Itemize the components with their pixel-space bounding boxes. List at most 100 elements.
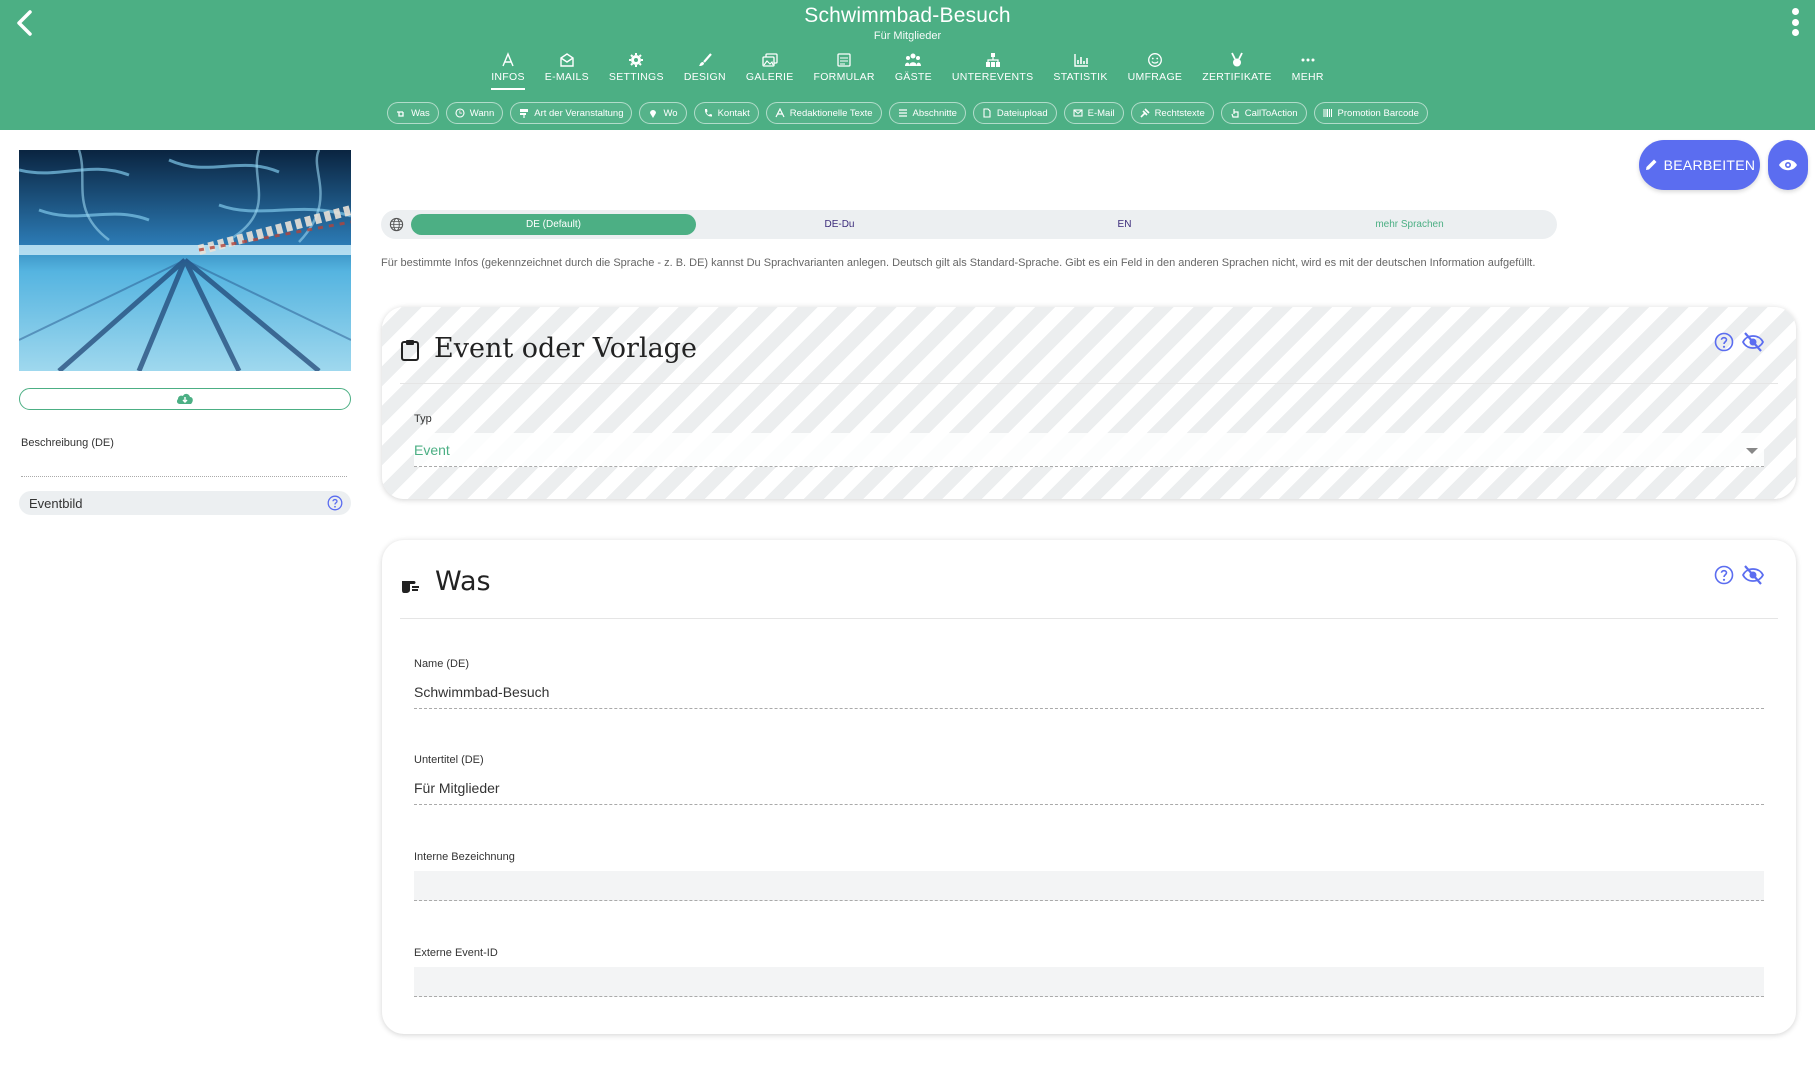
- lang-tab-more[interactable]: mehr Sprachen: [1267, 214, 1552, 235]
- eventbild-section: Eventbild: [19, 491, 351, 515]
- tab-label: UMFRAGE: [1127, 71, 1183, 83]
- language-switcher: DE (Default) DE-Du EN mehr Sprachen: [381, 210, 1557, 239]
- hand-pointer-icon: [1231, 109, 1239, 118]
- card-title: Event oder Vorlage: [434, 333, 697, 364]
- card-title: Was: [435, 566, 491, 597]
- chip-art[interactable]: Art der Veranstaltung: [510, 102, 633, 124]
- tab-infos[interactable]: INFOS: [491, 52, 525, 90]
- tab-label: MEHR: [1291, 71, 1324, 83]
- caret-down-icon: [1746, 448, 1758, 454]
- font-icon: [775, 108, 785, 118]
- tab-label: ZERTIFIKATE: [1202, 71, 1272, 83]
- align-justify-icon: [898, 109, 907, 117]
- app-header: Schwimmbad-Besuch Für Mitglieder INFOS E…: [0, 0, 1815, 96]
- edit-button-label: BEARBEITEN: [1663, 157, 1756, 173]
- tab-umfrage[interactable]: UMFRAGE: [1128, 52, 1183, 90]
- external-id-label: Externe Event-ID: [414, 947, 498, 959]
- tab-label: SETTINGS: [608, 71, 664, 83]
- help-icon[interactable]: [1714, 332, 1734, 352]
- tab-label: FORMULAR: [813, 71, 875, 83]
- main-tabs: INFOS E-MAILS SETTINGS DESIGN GALERIE FO…: [0, 52, 1815, 90]
- card-event-or-template: Event oder Vorlage Typ Event: [382, 307, 1796, 499]
- subtitle-field[interactable]: Für Mitglieder: [414, 771, 1764, 805]
- description-field[interactable]: [21, 476, 347, 477]
- card-divider: [400, 618, 1778, 619]
- pencil-icon: [1645, 159, 1657, 170]
- name-field[interactable]: Schwimmbad-Besuch: [414, 675, 1764, 709]
- images-icon: [762, 53, 778, 67]
- chip-kontakt[interactable]: Kontakt: [693, 102, 759, 124]
- name-label: Name (DE): [414, 658, 470, 670]
- eventbild-label: Eventbild: [29, 495, 83, 511]
- chip-email[interactable]: E-Mail: [1063, 102, 1124, 124]
- event-image[interactable]: [19, 150, 351, 371]
- page-subtitle: Für Mitglieder: [873, 30, 942, 42]
- tab-emails[interactable]: E-MAILS: [545, 52, 589, 90]
- eye-slash-icon[interactable]: [1742, 564, 1764, 586]
- phone-icon: [704, 109, 712, 117]
- map-marker-icon: [650, 110, 657, 118]
- tab-label: GÄSTE: [894, 71, 932, 83]
- external-id-input[interactable]: [414, 967, 1764, 997]
- tab-unterevents[interactable]: UNTEREVENTS: [952, 52, 1033, 90]
- subtitle-label: Untertitel (DE): [414, 754, 484, 766]
- smile-icon: [1147, 53, 1162, 67]
- lang-tab-de[interactable]: DE (Default): [411, 214, 696, 235]
- form-icon: [837, 53, 851, 67]
- tab-label: DESIGN: [683, 71, 726, 83]
- language-info-text: Für bestimmte Infos (gekennzeichnet durc…: [381, 257, 1536, 269]
- tab-statistik[interactable]: STATISTIK: [1053, 52, 1107, 90]
- upload-image-button[interactable]: [19, 388, 351, 410]
- brush-icon: [698, 53, 712, 66]
- clock-icon: [455, 108, 465, 118]
- more-menu-button[interactable]: [1789, 6, 1801, 38]
- type-label: Typ: [414, 413, 432, 425]
- help-icon[interactable]: [327, 495, 343, 511]
- barcode-icon: [1323, 109, 1332, 117]
- envelope-open-icon: [560, 53, 574, 67]
- tab-formular[interactable]: FORMULAR: [814, 52, 875, 90]
- tab-label: UNTEREVENTS: [951, 71, 1034, 83]
- chip-calltoaction[interactable]: CallToAction: [1220, 102, 1307, 124]
- tab-label: STATISTIK: [1053, 71, 1108, 83]
- tab-gaeste[interactable]: GÄSTE: [895, 52, 932, 90]
- clipboard-icon: [401, 340, 419, 361]
- chip-was[interactable]: Was: [387, 102, 439, 124]
- tab-label: E-MAILS: [544, 71, 589, 83]
- internal-name-input[interactable]: [414, 871, 1764, 901]
- hand-point-icon: [397, 111, 404, 117]
- tab-label: INFOS: [491, 71, 525, 83]
- edit-button[interactable]: BEARBEITEN: [1639, 140, 1760, 190]
- globe-icon: [389, 217, 404, 232]
- tab-zertifikate[interactable]: ZERTIFIKATE: [1202, 52, 1271, 90]
- tab-galerie[interactable]: GALERIE: [746, 52, 794, 90]
- chip-dateiupload[interactable]: Dateiupload: [972, 102, 1057, 124]
- chip-abschnitte[interactable]: Abschnitte: [888, 102, 966, 124]
- type-select[interactable]: Event: [414, 433, 1764, 467]
- lang-tab-de-du[interactable]: DE-Du: [697, 214, 982, 235]
- card-was: Was Name (DE) Schwimmbad-Besuch Untertit…: [382, 540, 1796, 1034]
- tab-label: GALERIE: [745, 71, 794, 83]
- tab-mehr[interactable]: MEHR: [1292, 52, 1324, 90]
- page-title: Schwimmbad-Besuch: [804, 4, 1011, 27]
- gear-icon: [629, 53, 644, 67]
- section-chips: Was Wann Art der Veranstaltung Wo Kontak…: [0, 96, 1815, 130]
- description-label: Beschreibung (DE): [21, 437, 114, 449]
- chip-redaktionelle-texte[interactable]: Redaktionelle Texte: [765, 102, 882, 124]
- lang-tab-en[interactable]: EN: [982, 214, 1267, 235]
- eye-slash-icon[interactable]: [1742, 331, 1764, 353]
- chip-promotion-barcode[interactable]: Promotion Barcode: [1313, 102, 1428, 124]
- envelope-icon: [1073, 109, 1083, 117]
- users-icon: [905, 53, 922, 66]
- tab-design[interactable]: DESIGN: [684, 52, 726, 90]
- chip-rechtstexte[interactable]: Rechtstexte: [1130, 102, 1214, 124]
- chip-wann[interactable]: Wann: [445, 102, 504, 124]
- medal-icon: [1231, 52, 1243, 67]
- help-icon[interactable]: [1714, 565, 1734, 585]
- tab-settings[interactable]: SETTINGS: [609, 52, 664, 90]
- preview-button[interactable]: [1768, 140, 1808, 190]
- card-divider: [400, 383, 1778, 384]
- chart-icon: [1073, 54, 1088, 67]
- hand-point-icon: [402, 581, 419, 593]
- chip-wo[interactable]: Wo: [639, 102, 687, 124]
